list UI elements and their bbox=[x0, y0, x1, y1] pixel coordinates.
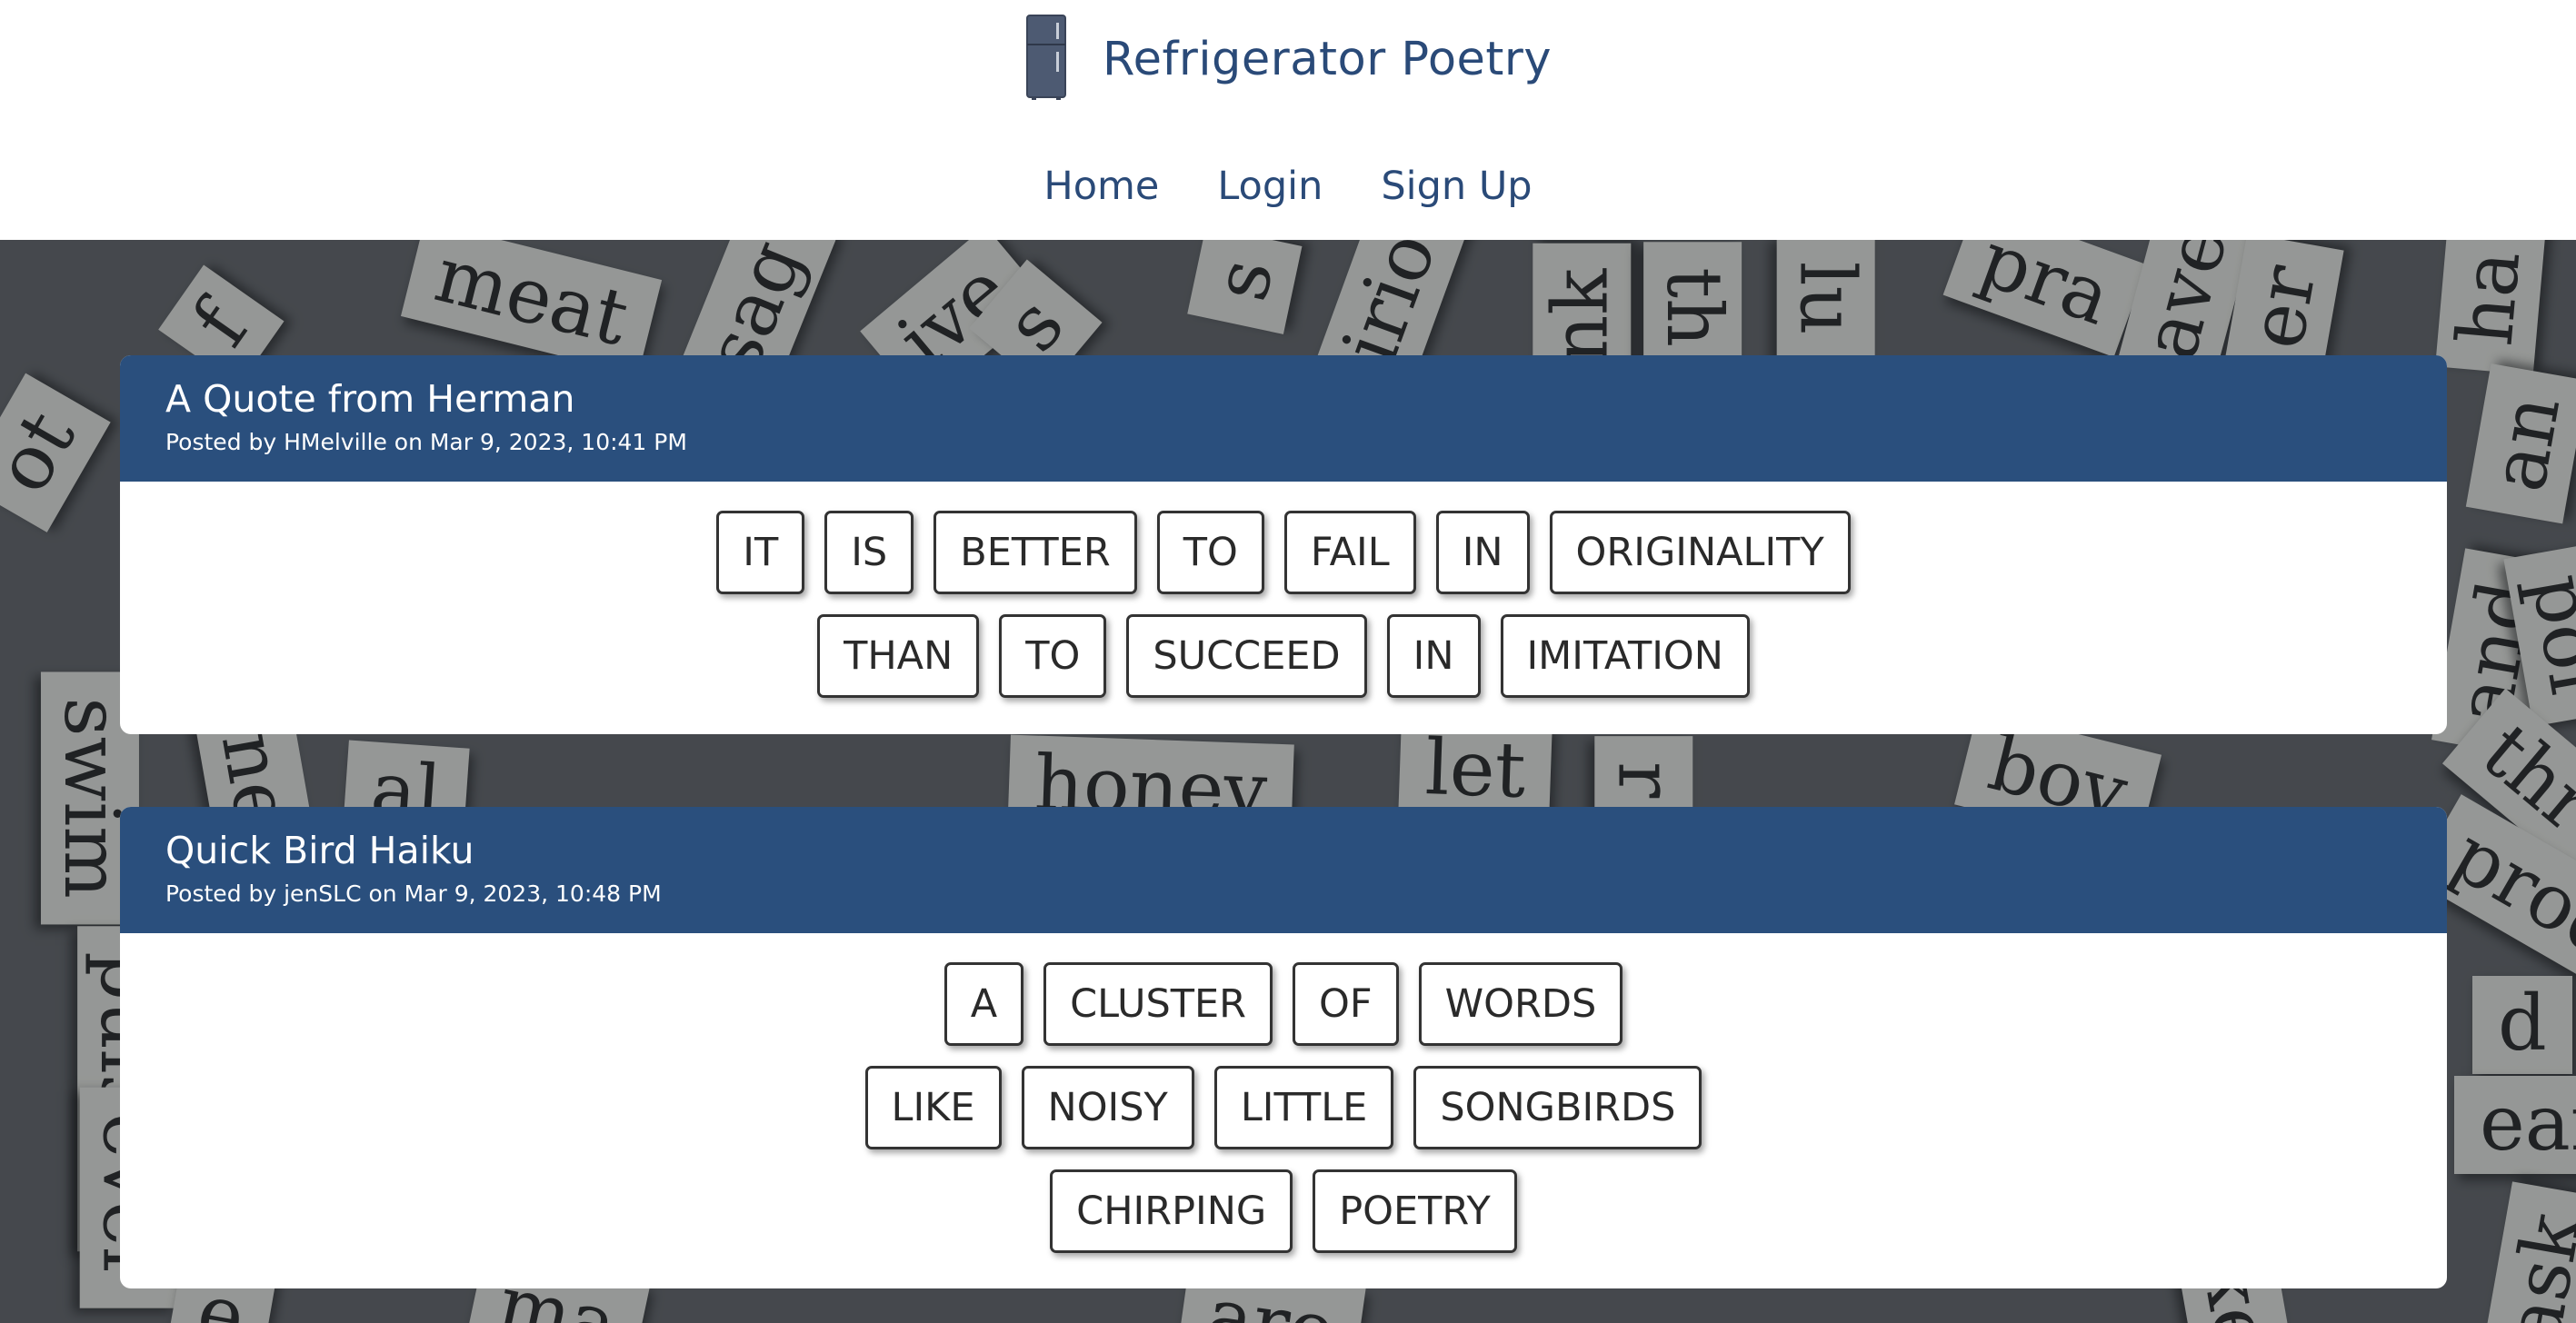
word-tile: A bbox=[944, 962, 1024, 1046]
poem-line: CHIRPING POETRY bbox=[120, 1169, 2447, 1253]
main-nav: Home Login Sign Up bbox=[0, 153, 2576, 220]
word-tile: CHIRPING bbox=[1050, 1169, 1293, 1253]
nav-login-link[interactable]: Login bbox=[1217, 164, 1323, 209]
word-tile: OF bbox=[1293, 962, 1399, 1046]
word-tile: IMITATION bbox=[1500, 614, 1750, 698]
word-tile: THAN bbox=[817, 614, 980, 698]
word-tile: TO bbox=[999, 614, 1107, 698]
word-tile: CLUSTER bbox=[1043, 962, 1273, 1046]
word-tile: BETTER bbox=[934, 511, 1137, 594]
refrigerator-icon bbox=[1025, 15, 1066, 100]
word-tile: IN bbox=[1386, 614, 1481, 698]
site-title[interactable]: Refrigerator Poetry bbox=[1103, 33, 1552, 86]
poem-line: LIKE NOISY LITTLE SONGBIRDS bbox=[120, 1066, 2447, 1149]
site-header: Refrigerator Poetry Home Login Sign Up bbox=[0, 0, 2576, 240]
word-tile: FAIL bbox=[1283, 511, 1416, 594]
poem-card-header: Quick Bird Haiku Posted by jenSLC on Mar… bbox=[120, 807, 2447, 933]
poem-line: A CLUSTER OF WORDS bbox=[120, 962, 2447, 1046]
word-tile: POETRY bbox=[1313, 1169, 1517, 1253]
word-tile: IT bbox=[716, 511, 805, 594]
word-tile: WORDS bbox=[1418, 962, 1623, 1046]
nav-home-link[interactable]: Home bbox=[1043, 164, 1159, 209]
word-tile: NOISY bbox=[1021, 1066, 1194, 1149]
word-tile: SUCCEED bbox=[1126, 614, 1367, 698]
poem-card: Quick Bird Haiku Posted by jenSLC on Mar… bbox=[120, 807, 2447, 1288]
word-tile: IS bbox=[824, 511, 914, 594]
word-tile: SONGBIRDS bbox=[1413, 1066, 1702, 1149]
poem-meta: Posted by jenSLC on Mar 9, 2023, 10:48 P… bbox=[165, 880, 662, 908]
poem-body: IT IS BETTER TO FAIL IN ORIGINALITY THAN… bbox=[120, 482, 2447, 698]
poem-line: THAN TO SUCCEED IN IMITATION bbox=[120, 614, 2447, 698]
nav-signup-link[interactable]: Sign Up bbox=[1381, 164, 1532, 209]
poem-meta: Posted by HMelville on Mar 9, 2023, 10:4… bbox=[165, 429, 687, 456]
word-tile: ORIGINALITY bbox=[1549, 511, 1851, 594]
poem-body: A CLUSTER OF WORDS LIKE NOISY LITTLE SON… bbox=[120, 933, 2447, 1253]
poem-card-header: A Quote from Herman Posted by HMelville … bbox=[120, 355, 2447, 482]
poem-card: A Quote from Herman Posted by HMelville … bbox=[120, 355, 2447, 734]
word-tile: LITTLE bbox=[1213, 1066, 1394, 1149]
word-tile: IN bbox=[1435, 511, 1530, 594]
poem-title[interactable]: Quick Bird Haiku bbox=[165, 829, 2447, 873]
word-tile: TO bbox=[1156, 511, 1264, 594]
poem-line: IT IS BETTER TO FAIL IN ORIGINALITY bbox=[120, 511, 2447, 594]
poem-title[interactable]: A Quote from Herman bbox=[165, 377, 2447, 422]
word-tile: LIKE bbox=[864, 1066, 1002, 1149]
brand: Refrigerator Poetry bbox=[0, 0, 2576, 118]
